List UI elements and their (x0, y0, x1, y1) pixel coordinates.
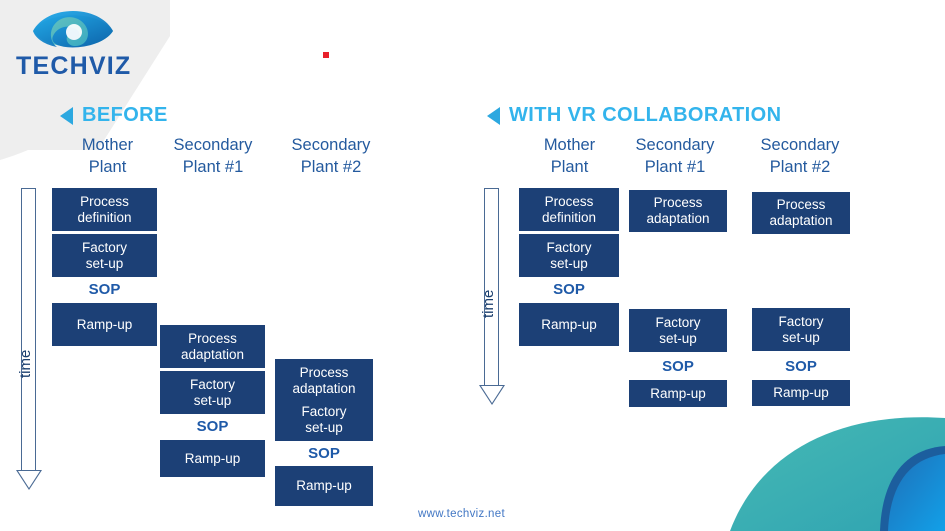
block-process-adaptation: Process adaptation (629, 190, 727, 232)
block-factory-set-up: Factory set-up (275, 398, 373, 441)
panel-before: BEFORE Mother Plant Secondary Plant #1 S… (16, 0, 460, 531)
footer-website-url[interactable]: www.techviz.net (418, 508, 505, 520)
slide-canvas: TECHVIZ BEFORE Mother Plant Secondary Pl… (0, 0, 945, 531)
triangle-left-icon (487, 106, 500, 125)
panel-with-vr-title-text: WITH VR COLLABORATION (509, 104, 782, 126)
milestone-sop: SOP (785, 358, 817, 375)
column-header-secondary-plant-1: Secondary Plant #1 (635, 136, 715, 176)
block-process-adaptation: Process adaptation (160, 325, 265, 368)
block-ramp-up: Ramp-up (519, 303, 619, 346)
block-process-adaptation: Process adaptation (275, 359, 373, 402)
time-axis-before: time (16, 188, 42, 508)
block-ramp-up: Ramp-up (160, 440, 265, 477)
block-factory-set-up: Factory set-up (752, 308, 850, 351)
time-axis-with-vr: time (479, 188, 505, 418)
time-axis-label: time (480, 289, 497, 318)
triangle-left-icon (60, 106, 73, 125)
column-header-mother-plant: Mother Plant (543, 136, 596, 176)
milestone-sop: SOP (308, 445, 340, 462)
column-header-secondary-plant-2: Secondary Plant #2 (291, 136, 371, 176)
panel-before-title: BEFORE (60, 104, 168, 127)
milestone-sop: SOP (553, 281, 585, 298)
column-header-secondary-plant-1: Secondary Plant #1 (173, 136, 253, 176)
block-ramp-up: Ramp-up (275, 466, 373, 506)
block-factory-set-up: Factory set-up (160, 371, 265, 414)
milestone-sop: SOP (88, 281, 121, 298)
panel-with-vr-title: WITH VR COLLABORATION (487, 104, 781, 127)
block-process-adaptation: Process adaptation (752, 192, 850, 234)
milestone-sop: SOP (196, 418, 229, 435)
panel-before-title-text: BEFORE (82, 104, 168, 126)
block-ramp-up: Ramp-up (752, 380, 850, 406)
block-process-definition: Process definition (52, 188, 157, 231)
block-factory-set-up: Factory set-up (52, 234, 157, 277)
block-factory-set-up: Factory set-up (629, 309, 727, 352)
column-header-secondary-plant-2: Secondary Plant #2 (760, 136, 840, 176)
block-process-definition: Process definition (519, 188, 619, 231)
time-axis-label: time (17, 349, 34, 378)
block-factory-set-up: Factory set-up (519, 234, 619, 277)
milestone-sop: SOP (662, 358, 694, 375)
column-header-mother-plant: Mother Plant (81, 136, 134, 176)
corner-swirl-decoration (730, 416, 945, 531)
block-ramp-up: Ramp-up (629, 380, 727, 407)
block-ramp-up: Ramp-up (52, 303, 157, 346)
